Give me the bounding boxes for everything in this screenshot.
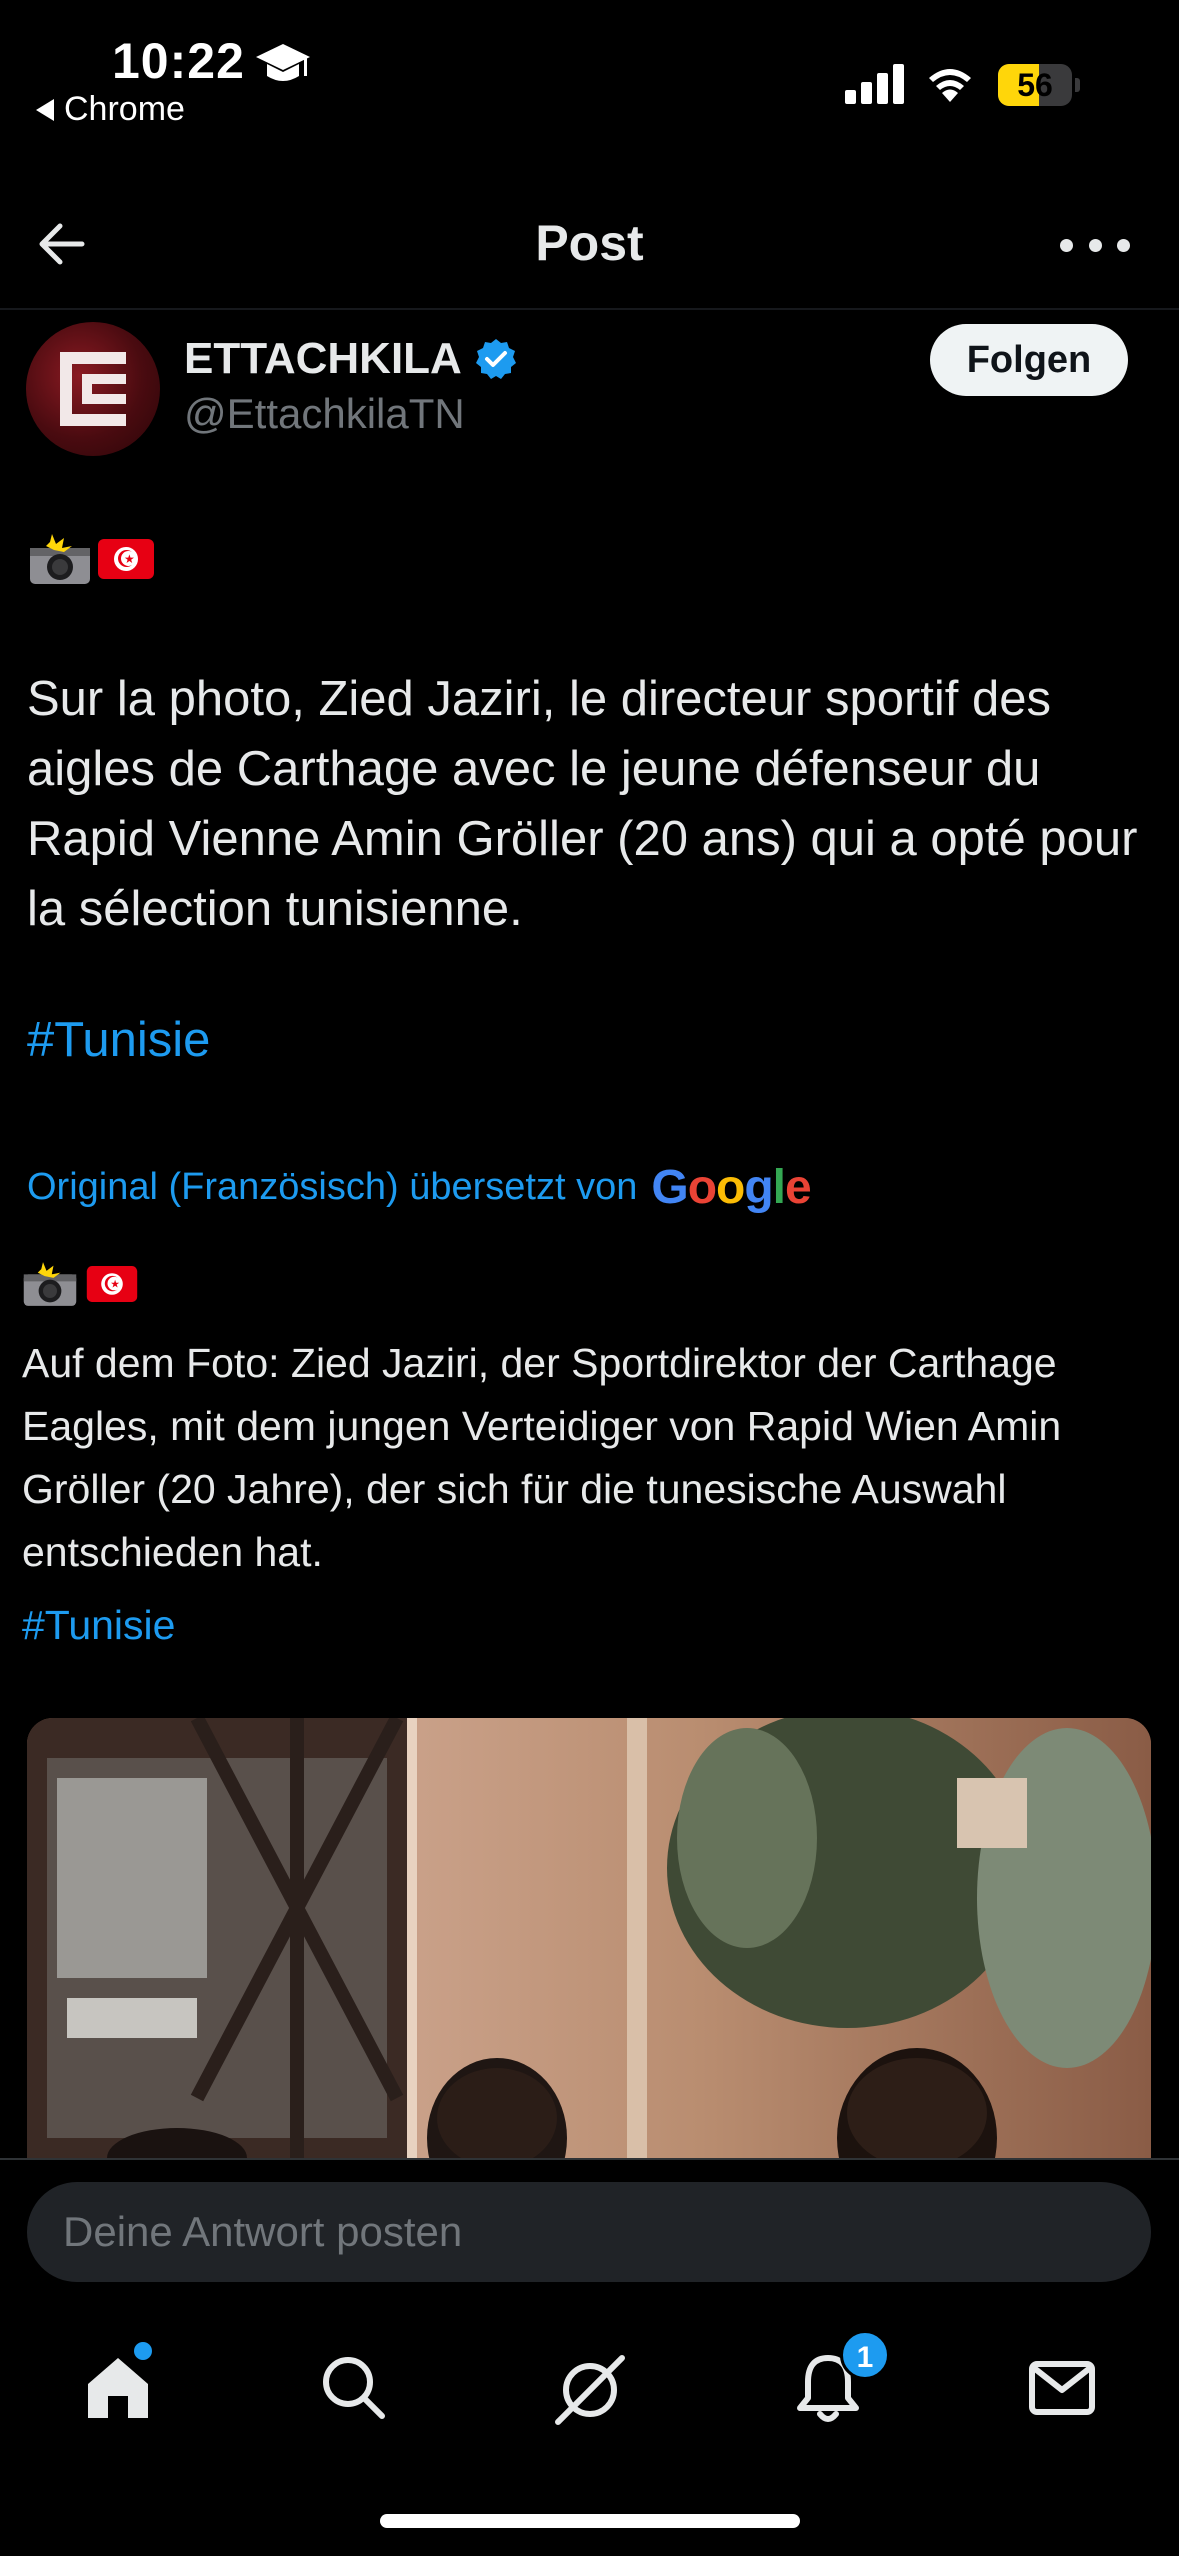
tab-grok[interactable] bbox=[550, 2348, 630, 2428]
battery-body: 56 bbox=[998, 64, 1072, 106]
battery-indicator: 56 bbox=[998, 64, 1080, 106]
flag-tunisia-icon: ★ bbox=[86, 1266, 138, 1302]
hashtag-link[interactable]: #Tunisie bbox=[27, 1012, 210, 1068]
mail-icon bbox=[1029, 2361, 1095, 2415]
ettachkila-logo-icon bbox=[60, 352, 126, 426]
flag-tunisia-icon: ★ bbox=[98, 539, 154, 579]
home-indicator[interactable] bbox=[380, 2514, 800, 2528]
post-emojis: ★ bbox=[28, 532, 154, 586]
translated-emojis: ★ bbox=[22, 1260, 140, 1308]
graduation-cap-icon bbox=[256, 44, 310, 81]
author-handle[interactable]: @EttachkilaTN bbox=[184, 390, 465, 438]
reply-input[interactable] bbox=[27, 2182, 1151, 2282]
tab-messages[interactable] bbox=[1022, 2348, 1102, 2428]
wifi-icon bbox=[929, 69, 971, 102]
unread-dot bbox=[134, 2342, 152, 2360]
avatar[interactable] bbox=[26, 322, 160, 456]
camera-with-flash-icon bbox=[30, 534, 90, 584]
author-name[interactable]: ETTACHKILA bbox=[184, 334, 518, 384]
camera-with-flash-icon bbox=[23, 1262, 77, 1306]
translated-text: Auf dem Foto: Zied Jaziri, der Sportdire… bbox=[22, 1340, 1062, 1575]
status-bar: 10:22 Chrome 56 bbox=[0, 0, 1179, 150]
post-text: Sur la photo, Zied Jaziri, le directeur … bbox=[27, 672, 1138, 936]
author-name-text: ETTACHKILA bbox=[184, 334, 462, 383]
notification-count-badge: 1 bbox=[840, 2330, 890, 2380]
hashtag-link-translated[interactable]: #Tunisie bbox=[22, 1602, 175, 1649]
translation-attribution[interactable]: Original (Französisch) übersetzt von Goo… bbox=[27, 1160, 812, 1215]
search-icon bbox=[323, 2357, 385, 2419]
tab-home[interactable] bbox=[78, 2342, 158, 2428]
back-triangle-icon bbox=[36, 98, 54, 121]
back-to-app-button[interactable]: Chrome bbox=[36, 90, 185, 129]
post-header: Post bbox=[0, 180, 1179, 310]
follow-button[interactable]: Folgen bbox=[930, 324, 1128, 396]
page-title: Post bbox=[535, 215, 644, 271]
home-icon bbox=[88, 2358, 148, 2418]
header-divider bbox=[0, 308, 1179, 310]
post-photo[interactable] bbox=[27, 1718, 1151, 2158]
google-logo: Google bbox=[651, 1161, 811, 1214]
verified-badge-icon bbox=[475, 339, 516, 379]
grok-icon bbox=[555, 2355, 625, 2425]
cellular-signal-icon bbox=[845, 64, 904, 104]
tab-notifications[interactable]: 1 bbox=[788, 2330, 890, 2428]
reply-bar bbox=[0, 2158, 1179, 2306]
battery-nub bbox=[1075, 78, 1080, 92]
translation-label: Original (Französisch) übersetzt von bbox=[27, 1166, 638, 1208]
back-app-label: Chrome bbox=[64, 90, 185, 128]
status-time: 10:22 bbox=[112, 33, 245, 89]
more-horizontal-icon[interactable] bbox=[1060, 235, 1130, 255]
battery-level: 56 bbox=[1017, 67, 1053, 103]
photo-image bbox=[27, 1718, 1151, 2158]
tab-search[interactable] bbox=[314, 2348, 394, 2428]
